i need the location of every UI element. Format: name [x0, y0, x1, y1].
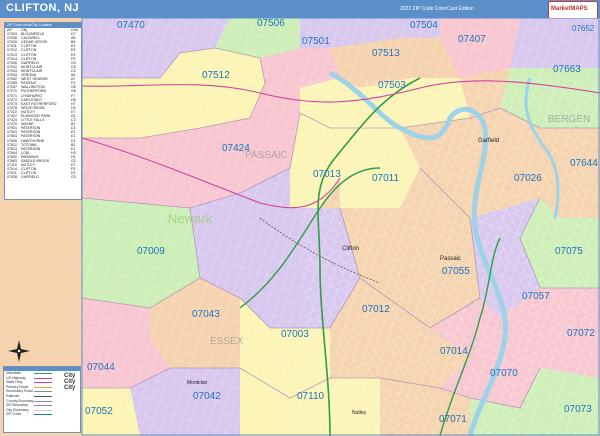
- grid-cell: G3: [71, 175, 76, 180]
- legend-swatch: [34, 382, 52, 384]
- legend-city-sample: City City City: [64, 373, 75, 391]
- city-cell: GARFIELD: [21, 175, 39, 180]
- zip-label: 07470: [117, 20, 145, 31]
- zip-label: 07052: [85, 406, 113, 417]
- legend-swatch: [34, 391, 52, 393]
- zip-label: 07044: [87, 362, 115, 373]
- legend-item-label: Secondary Road: [6, 389, 33, 394]
- legend-city-text: City: [64, 385, 76, 391]
- zip-label: 07014: [440, 346, 468, 357]
- legend-item-label: City Boundary: [6, 407, 29, 412]
- map-frame: CLIFTON, NJ 2022 ZIP Code ColorCast Edit…: [0, 0, 600, 436]
- legend-item-label: Interstate: [6, 371, 21, 375]
- zip-label: 07055: [442, 266, 470, 277]
- county-label-essex: ESSEX: [210, 336, 244, 347]
- brand-logo: MarketMAPS: [548, 1, 598, 19]
- zip-label: 07663: [553, 64, 581, 75]
- legend-item: ZIP Code: [4, 412, 80, 417]
- legend-swatch: [34, 405, 52, 407]
- zip-label: 07009: [137, 246, 165, 257]
- legend-item-label: ZIP Boundary: [6, 403, 28, 408]
- zip-label: 07424: [222, 143, 250, 154]
- legend-item-label: Primary Road: [6, 384, 28, 389]
- zip-label: 07506: [257, 18, 285, 29]
- zip-label: 07110: [297, 391, 325, 402]
- zip-label: 07503: [378, 80, 406, 91]
- legend-swatch: [34, 395, 52, 397]
- zip-label: 07512: [202, 70, 230, 81]
- zip-label: 07072: [567, 328, 595, 339]
- county-label-passaic: PASSAIC: [245, 150, 288, 161]
- zip-label: 07071: [439, 414, 467, 425]
- zip-label: 07012: [362, 304, 390, 315]
- map-title: CLIFTON, NJ: [6, 2, 80, 14]
- legend-item-label: State Hwy: [6, 380, 23, 385]
- compass-rose-icon: [8, 340, 30, 362]
- legend-swatch: [34, 400, 52, 402]
- zip-label: 07057: [522, 291, 550, 302]
- zip-label: 07013: [313, 169, 341, 180]
- zip-index-row: 07026 GARFIELD G3: [5, 175, 81, 179]
- title-bar: CLIFTON, NJ 2022 ZIP Code ColorCast Edit…: [0, 0, 600, 19]
- zip-label: 07644: [570, 158, 598, 169]
- city-label-clifton: Clifton: [342, 246, 359, 252]
- zip-index-rows: 07003 BLOOMFIELD D7 07006 CALDWELL A6 07009 CED…: [5, 32, 81, 179]
- zip-label: 07011: [372, 173, 400, 184]
- legend-item-label: County Boundary: [6, 398, 34, 403]
- city-label-garfield: Garfield: [478, 138, 499, 144]
- zip-code-map[interactable]: PASSAIC BERGEN ESSEX Newark Clifton Pass…: [0, 18, 600, 436]
- brand-logo-text: MarketMAPS: [551, 6, 588, 12]
- zip-label: 07043: [192, 309, 220, 320]
- legend-swatch: [34, 409, 52, 411]
- legend-item-label: Railroad: [6, 393, 20, 398]
- zip-label: 07504: [410, 20, 438, 31]
- zip-label: 07407: [458, 34, 486, 45]
- place-label-newark: Newark: [168, 211, 213, 226]
- zip-label: 07075: [555, 246, 583, 257]
- zip-label: 07042: [193, 391, 221, 402]
- zip-index-table: ZIP Code Area/City Location ZIP City Gri…: [4, 22, 82, 200]
- map-legend: Interstate US Highway State Hwy Primary Roa…: [3, 366, 81, 433]
- legend-swatch: [34, 414, 52, 416]
- zip-label: 07070: [490, 368, 518, 379]
- zip-label: 07513: [372, 48, 400, 59]
- zip-label: 07652: [572, 24, 595, 33]
- legend-item-label: US Highway: [6, 375, 26, 380]
- legend-swatch: [34, 373, 52, 374]
- edition-label: 2022 ZIP Code ColorCast Edition: [400, 6, 474, 12]
- city-label-passaic: Passaic: [440, 256, 461, 262]
- county-label-bergen: BERGEN: [548, 114, 590, 125]
- city-label-nutley: Nutley: [352, 410, 367, 416]
- zip-label: 07026: [514, 173, 542, 184]
- city-label-montclair: Montclair: [187, 380, 208, 386]
- zip-cell: 07026: [7, 175, 17, 180]
- legend-item-label: ZIP Code: [6, 412, 22, 417]
- legend-swatch: [34, 377, 52, 379]
- zip-label: 07501: [302, 36, 330, 47]
- zip-label: 07003: [281, 329, 309, 340]
- legend-swatch: [34, 386, 52, 388]
- zip-label: 07073: [564, 404, 592, 415]
